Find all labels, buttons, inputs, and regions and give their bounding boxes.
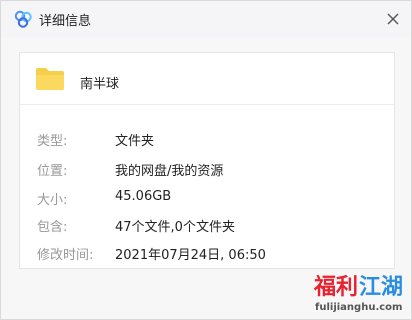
detail-row-location: 位置: 我的网盘/我的资源 (20, 160, 394, 179)
detail-label: 大小: (37, 193, 68, 208)
detail-value: 47个文件,0个文件夹 (115, 220, 235, 235)
file-header: 南半球 (20, 53, 394, 105)
file-details-dialog: 详细信息 南半球 类型: 文件夹 位置: 我的网盘/我的资源 大小: 45.06… (0, 0, 412, 320)
detail-row-contains: 包含: 47个文件,0个文件夹 (20, 216, 394, 235)
detail-label: 包含: (37, 220, 68, 235)
site-watermark-logo: 福利 江湖 fulijianghu.com (313, 275, 403, 313)
detail-row-size: 大小: 45.06GB (20, 189, 394, 208)
detail-label: 修改时间: (37, 248, 94, 263)
baidu-netdisk-cloud-icon (14, 10, 32, 28)
svg-text:江湖: 江湖 (359, 275, 403, 300)
detail-row-type: 类型: 文件夹 (20, 130, 394, 149)
details-panel: 南半球 类型: 文件夹 位置: 我的网盘/我的资源 大小: 45.06GB 包含… (19, 52, 395, 269)
detail-value: 45.06GB (115, 189, 172, 204)
title-bar: 详细信息 (1, 1, 411, 37)
dialog-title: 详细信息 (39, 14, 92, 29)
detail-value: 2021年07月24日, 06:50 (115, 248, 266, 263)
svg-text:fulijianghu.com: fulijianghu.com (315, 302, 402, 313)
detail-label: 位置: (37, 164, 68, 179)
detail-label: 类型: (37, 134, 68, 149)
detail-value: 文件夹 (115, 134, 155, 149)
detail-value: 我的网盘/我的资源 (115, 164, 224, 179)
svg-text:福利: 福利 (313, 275, 358, 300)
close-icon[interactable] (383, 9, 403, 29)
detail-row-modified: 修改时间: 2021年07月24日, 06:50 (20, 244, 394, 263)
folder-icon (36, 68, 64, 90)
file-name: 南半球 (80, 77, 120, 92)
